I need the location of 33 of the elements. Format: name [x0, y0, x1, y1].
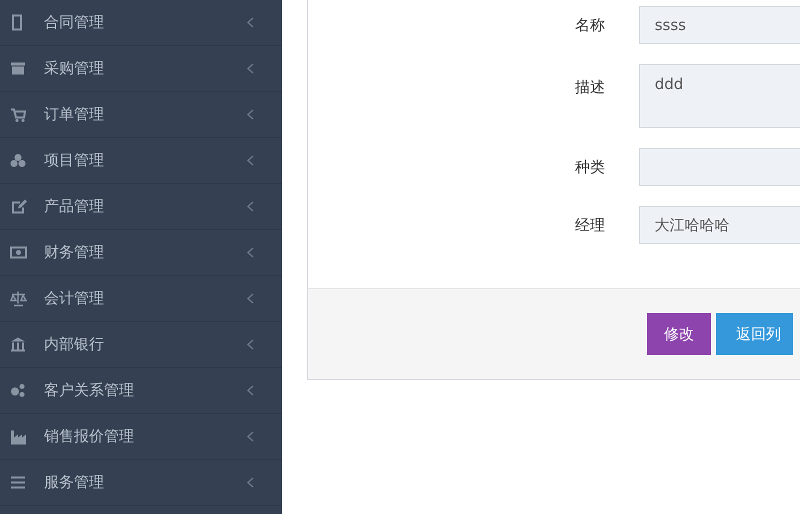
- box-icon: [10, 60, 27, 77]
- input-field[interactable]: ssss: [638, 6, 800, 44]
- back-to-list-button[interactable]: 返回列: [716, 313, 793, 355]
- scale-icon: [10, 290, 27, 307]
- bank-icon: [10, 336, 27, 353]
- cubes-icon: [10, 152, 27, 169]
- sidebar-item[interactable]: 项目管理: [0, 138, 282, 184]
- sidebar-item[interactable]: 财务管理: [0, 230, 282, 276]
- chevron-left-icon: [247, 431, 254, 442]
- cart-icon: [10, 106, 27, 123]
- chevron-left-icon: [247, 109, 254, 120]
- chevron-left-icon: [247, 63, 254, 74]
- chevron-left-icon: [247, 477, 254, 488]
- input-field[interactable]: 大江哈哈哈: [638, 206, 800, 244]
- edit-icon: [10, 198, 27, 215]
- edit-button[interactable]: 修改: [647, 313, 711, 355]
- sidebar-item[interactable]: 采购管理: [0, 46, 282, 92]
- chevron-left-icon: [247, 17, 254, 28]
- field-label: 种类: [575, 158, 606, 176]
- chevron-left-icon: [247, 247, 254, 258]
- money-icon: [10, 244, 27, 261]
- chevron-left-icon: [247, 155, 254, 166]
- chevron-left-icon: [247, 293, 254, 304]
- list-icon: [10, 474, 27, 491]
- chart-icon: [10, 428, 27, 445]
- field-label: 经理: [575, 216, 606, 234]
- sidebar-item[interactable]: 销售报价管理: [0, 414, 282, 460]
- field-label: 描述: [575, 78, 606, 97]
- chevron-left-icon: [247, 339, 254, 350]
- input-field[interactable]: ddd: [638, 64, 800, 128]
- field-label: 名称: [575, 16, 606, 34]
- chevron-left-icon: [247, 385, 254, 396]
- chevron-left-icon: [247, 201, 254, 212]
